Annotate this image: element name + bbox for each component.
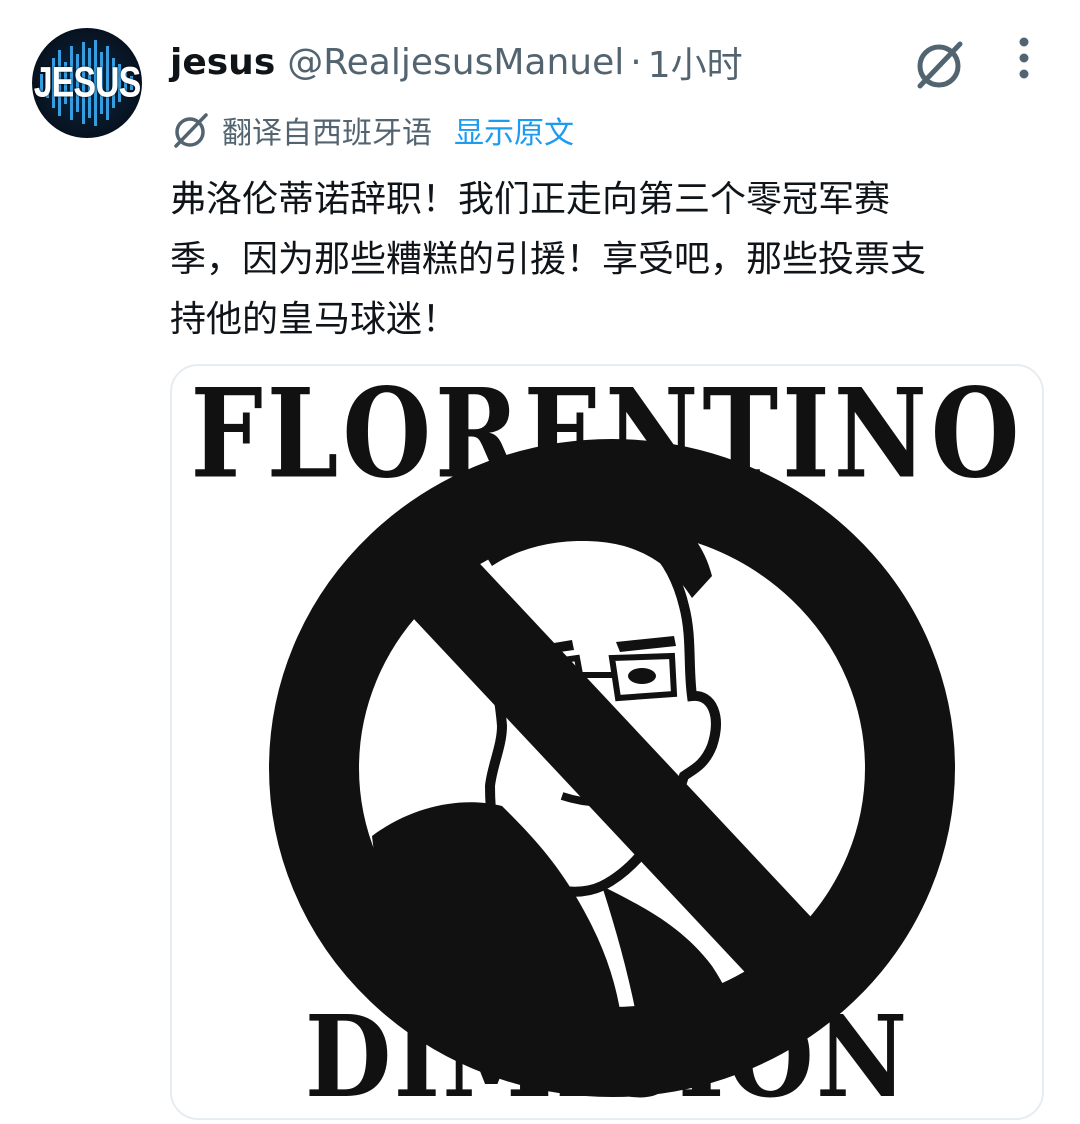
translate-icon bbox=[170, 109, 212, 151]
avatar[interactable]: JESUS bbox=[32, 28, 142, 138]
more-vertical-icon[interactable] bbox=[1004, 36, 1044, 80]
tweet-media-image[interactable]: FLORENTINO DIMISIÓN bbox=[170, 364, 1044, 1120]
poster-top-text: FLORENTINO bbox=[190, 364, 1024, 507]
translation-row: 翻译自西班牙语 显示原文 bbox=[170, 106, 574, 154]
avatar-logo-text: JESUS bbox=[33, 59, 142, 107]
tweet-timestamp[interactable]: 1小时 bbox=[648, 36, 743, 88]
grok-icon[interactable] bbox=[912, 36, 968, 92]
tweet-text: 弗洛伦蒂诺辞职！我们正走向第三个零冠军赛 季，因为那些糟糕的引援！享受吧，那些投… bbox=[170, 179, 927, 340]
separator-dot: · bbox=[630, 41, 642, 83]
show-original-link[interactable]: 显示原文 bbox=[454, 108, 574, 152]
author-handle[interactable]: @RealjesusManuel bbox=[287, 42, 624, 83]
poster-bottom-text: DIMISIÓN bbox=[304, 990, 910, 1120]
translated-from-label: 翻译自西班牙语 bbox=[222, 116, 432, 151]
tweet-header: jesus @RealjesusManuel · 1小时 bbox=[170, 34, 743, 90]
author-display-name[interactable]: jesus bbox=[170, 42, 275, 83]
